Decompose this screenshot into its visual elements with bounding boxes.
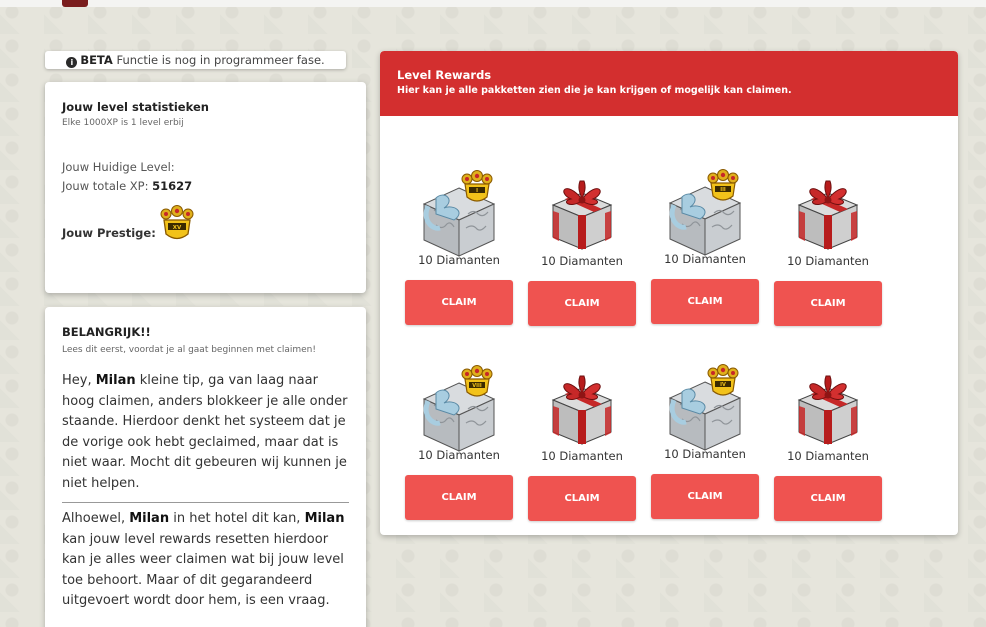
- red-gift-icon: [528, 141, 636, 251]
- prestige-label: Jouw Prestige:: [62, 226, 156, 240]
- current-level: Jouw Huidige Level:: [62, 158, 349, 177]
- site-logo[interactable]: [62, 0, 88, 7]
- xp-label: Jouw totale XP:: [62, 179, 149, 193]
- tip-paragraph: Hey, Milan kleine tip, ga van laag naar …: [62, 371, 349, 494]
- svg-text:VIII: VIII: [472, 383, 482, 389]
- prestige-badge-icon: XV: [160, 205, 194, 240]
- reward-amount: 10 Diamanten: [418, 448, 500, 462]
- username: Milan: [304, 511, 345, 526]
- silver-gift-with-badge-icon: III: [651, 139, 759, 256]
- xp-value: 51627: [152, 179, 193, 193]
- important-subtitle: Lees dit eerst, voordat je al gaat begin…: [62, 345, 316, 355]
- reward-item: 10 Diamanten CLAIM: [774, 336, 882, 521]
- important-card: BELANGRIJK!! Lees dit eerst, voordat je …: [45, 307, 366, 627]
- username: Milan: [95, 373, 136, 388]
- silver-gift-with-badge-icon: VIII: [405, 335, 513, 452]
- reset-paragraph: Alhoewel, Milan in het hotel dit kan, Mi…: [62, 509, 349, 612]
- reset-text-mid: in het hotel dit kan,: [169, 511, 305, 526]
- reward-amount: 10 Diamanten: [541, 254, 623, 268]
- level-rewards-card: Level Rewards Hier kan je alle pakketten…: [380, 51, 958, 535]
- level-label: Jouw Huidige Level:: [62, 160, 175, 174]
- svg-text:III: III: [720, 187, 726, 193]
- top-bar: [0, 0, 986, 7]
- claim-button[interactable]: CLAIM: [405, 280, 513, 325]
- important-title: BELANGRIJK!!: [62, 325, 151, 339]
- rewards-subtitle: Hier kan je alle pakketten zien die je k…: [397, 85, 792, 96]
- claim-button[interactable]: CLAIM: [528, 281, 636, 326]
- stats-title: Jouw level statistieken: [62, 100, 209, 114]
- claim-button[interactable]: CLAIM: [774, 281, 882, 326]
- reset-text-rest: kan jouw level rewards resetten hierdoor…: [62, 531, 344, 609]
- tip-text-start: Hey,: [62, 373, 96, 388]
- beta-notice: i BETA Functie is nog in programmeer fase…: [45, 51, 346, 69]
- svg-text:XV: XV: [173, 225, 182, 231]
- reward-item: VIII 10 Diamanten CLAIM: [405, 335, 513, 520]
- reward-item: 10 Diamanten CLAIM: [528, 336, 636, 521]
- divider: [62, 502, 349, 503]
- claim-button[interactable]: CLAIM: [651, 474, 759, 519]
- rewards-title: Level Rewards: [397, 68, 492, 82]
- reward-item: 10 Diamanten CLAIM: [774, 141, 882, 326]
- svg-text:IV: IV: [720, 382, 726, 388]
- rewards-header: Level Rewards Hier kan je alle pakketten…: [380, 51, 958, 116]
- claim-button[interactable]: CLAIM: [528, 476, 636, 521]
- prestige-row: Jouw Prestige: XV: [62, 205, 349, 244]
- reward-item: IV 10 Diamanten CLAIM: [651, 334, 759, 519]
- total-xp: Jouw totale XP: 51627: [62, 177, 349, 196]
- claim-button[interactable]: CLAIM: [774, 476, 882, 521]
- reward-item: 10 Diamanten CLAIM: [528, 141, 636, 326]
- beta-text: Functie is nog in programmeer fase.: [112, 53, 325, 67]
- info-icon: i: [66, 57, 78, 68]
- username: Milan: [129, 511, 170, 526]
- red-gift-icon: [528, 336, 636, 446]
- red-gift-icon: [774, 141, 882, 251]
- reward-item: I 10 Diamanten CLAIM: [405, 140, 513, 325]
- reward-amount: 10 Diamanten: [787, 254, 869, 268]
- svg-text:I: I: [476, 188, 478, 194]
- beta-tag: BETA: [80, 53, 113, 67]
- red-gift-icon: [774, 336, 882, 446]
- reward-amount: 10 Diamanten: [418, 253, 500, 267]
- silver-gift-with-badge-icon: I: [405, 140, 513, 257]
- reward-amount: 10 Diamanten: [541, 449, 623, 463]
- stats-subtitle: Elke 1000XP is 1 level erbij: [62, 118, 184, 128]
- reward-amount: 10 Diamanten: [787, 449, 869, 463]
- claim-button[interactable]: CLAIM: [405, 475, 513, 520]
- reward-item: III 10 Diamanten CLAIM: [651, 139, 759, 324]
- silver-gift-with-badge-icon: IV: [651, 334, 759, 451]
- claim-button[interactable]: CLAIM: [651, 279, 759, 324]
- reward-amount: 10 Diamanten: [664, 252, 746, 266]
- tip-text-rest: kleine tip, ga van laag naar hoog claime…: [62, 373, 348, 491]
- level-stats-card: Jouw level statistieken Elke 1000XP is 1…: [45, 82, 366, 293]
- reward-amount: 10 Diamanten: [664, 447, 746, 461]
- reset-text-start: Alhoewel,: [62, 511, 130, 526]
